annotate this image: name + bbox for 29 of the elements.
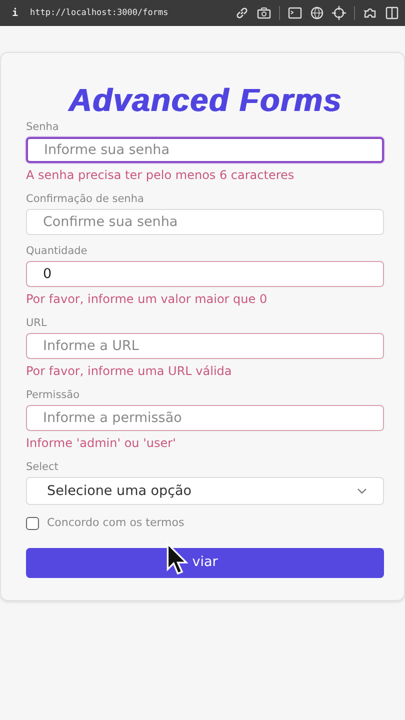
- input-field[interactable]: Informe sua senha: [26, 137, 384, 163]
- input-field[interactable]: Informe a permissão: [26, 405, 384, 431]
- checkbox-label: Concordo com os termos: [47, 515, 184, 531]
- select-field[interactable]: Selecione uma opção: [26, 477, 384, 505]
- field-label: Senha: [26, 121, 60, 134]
- address-bar[interactable]: http://localhost:3000/forms: [30, 6, 168, 20]
- terminal-icon[interactable]: [288, 6, 302, 20]
- form-title: Advanced Forms: [66, 81, 343, 119]
- error-message: Informe 'admin' ou 'user': [26, 436, 177, 451]
- crosshair-icon[interactable]: [332, 6, 346, 20]
- field-label: Confirmação de senha: [26, 193, 145, 206]
- field-label: Select: [26, 461, 60, 474]
- chevron-down-icon: [357, 488, 367, 494]
- globe-icon[interactable]: [310, 6, 324, 20]
- field-label: Permissão: [26, 389, 80, 402]
- input-field[interactable]: 0: [26, 261, 384, 287]
- field-label: Quantidade: [26, 245, 88, 258]
- puzzle-icon[interactable]: [363, 6, 377, 20]
- info-icon[interactable]: i: [12, 6, 18, 20]
- sidebar-icon[interactable]: [385, 6, 399, 20]
- input-field[interactable]: Informe a URL: [26, 333, 384, 359]
- field-label: URL: [26, 317, 48, 330]
- link-icon[interactable]: [235, 6, 249, 20]
- error-message: Por favor, informe uma URL válida: [26, 364, 233, 379]
- camera-icon[interactable]: [257, 6, 271, 20]
- error-message: A senha precisa ter pelo menos 6 caracteres: [26, 168, 296, 183]
- terms-checkbox[interactable]: [26, 516, 39, 530]
- submit-button[interactable]: viar: [26, 548, 384, 578]
- error-message: Por favor, informe um valor maior que 0: [26, 292, 268, 307]
